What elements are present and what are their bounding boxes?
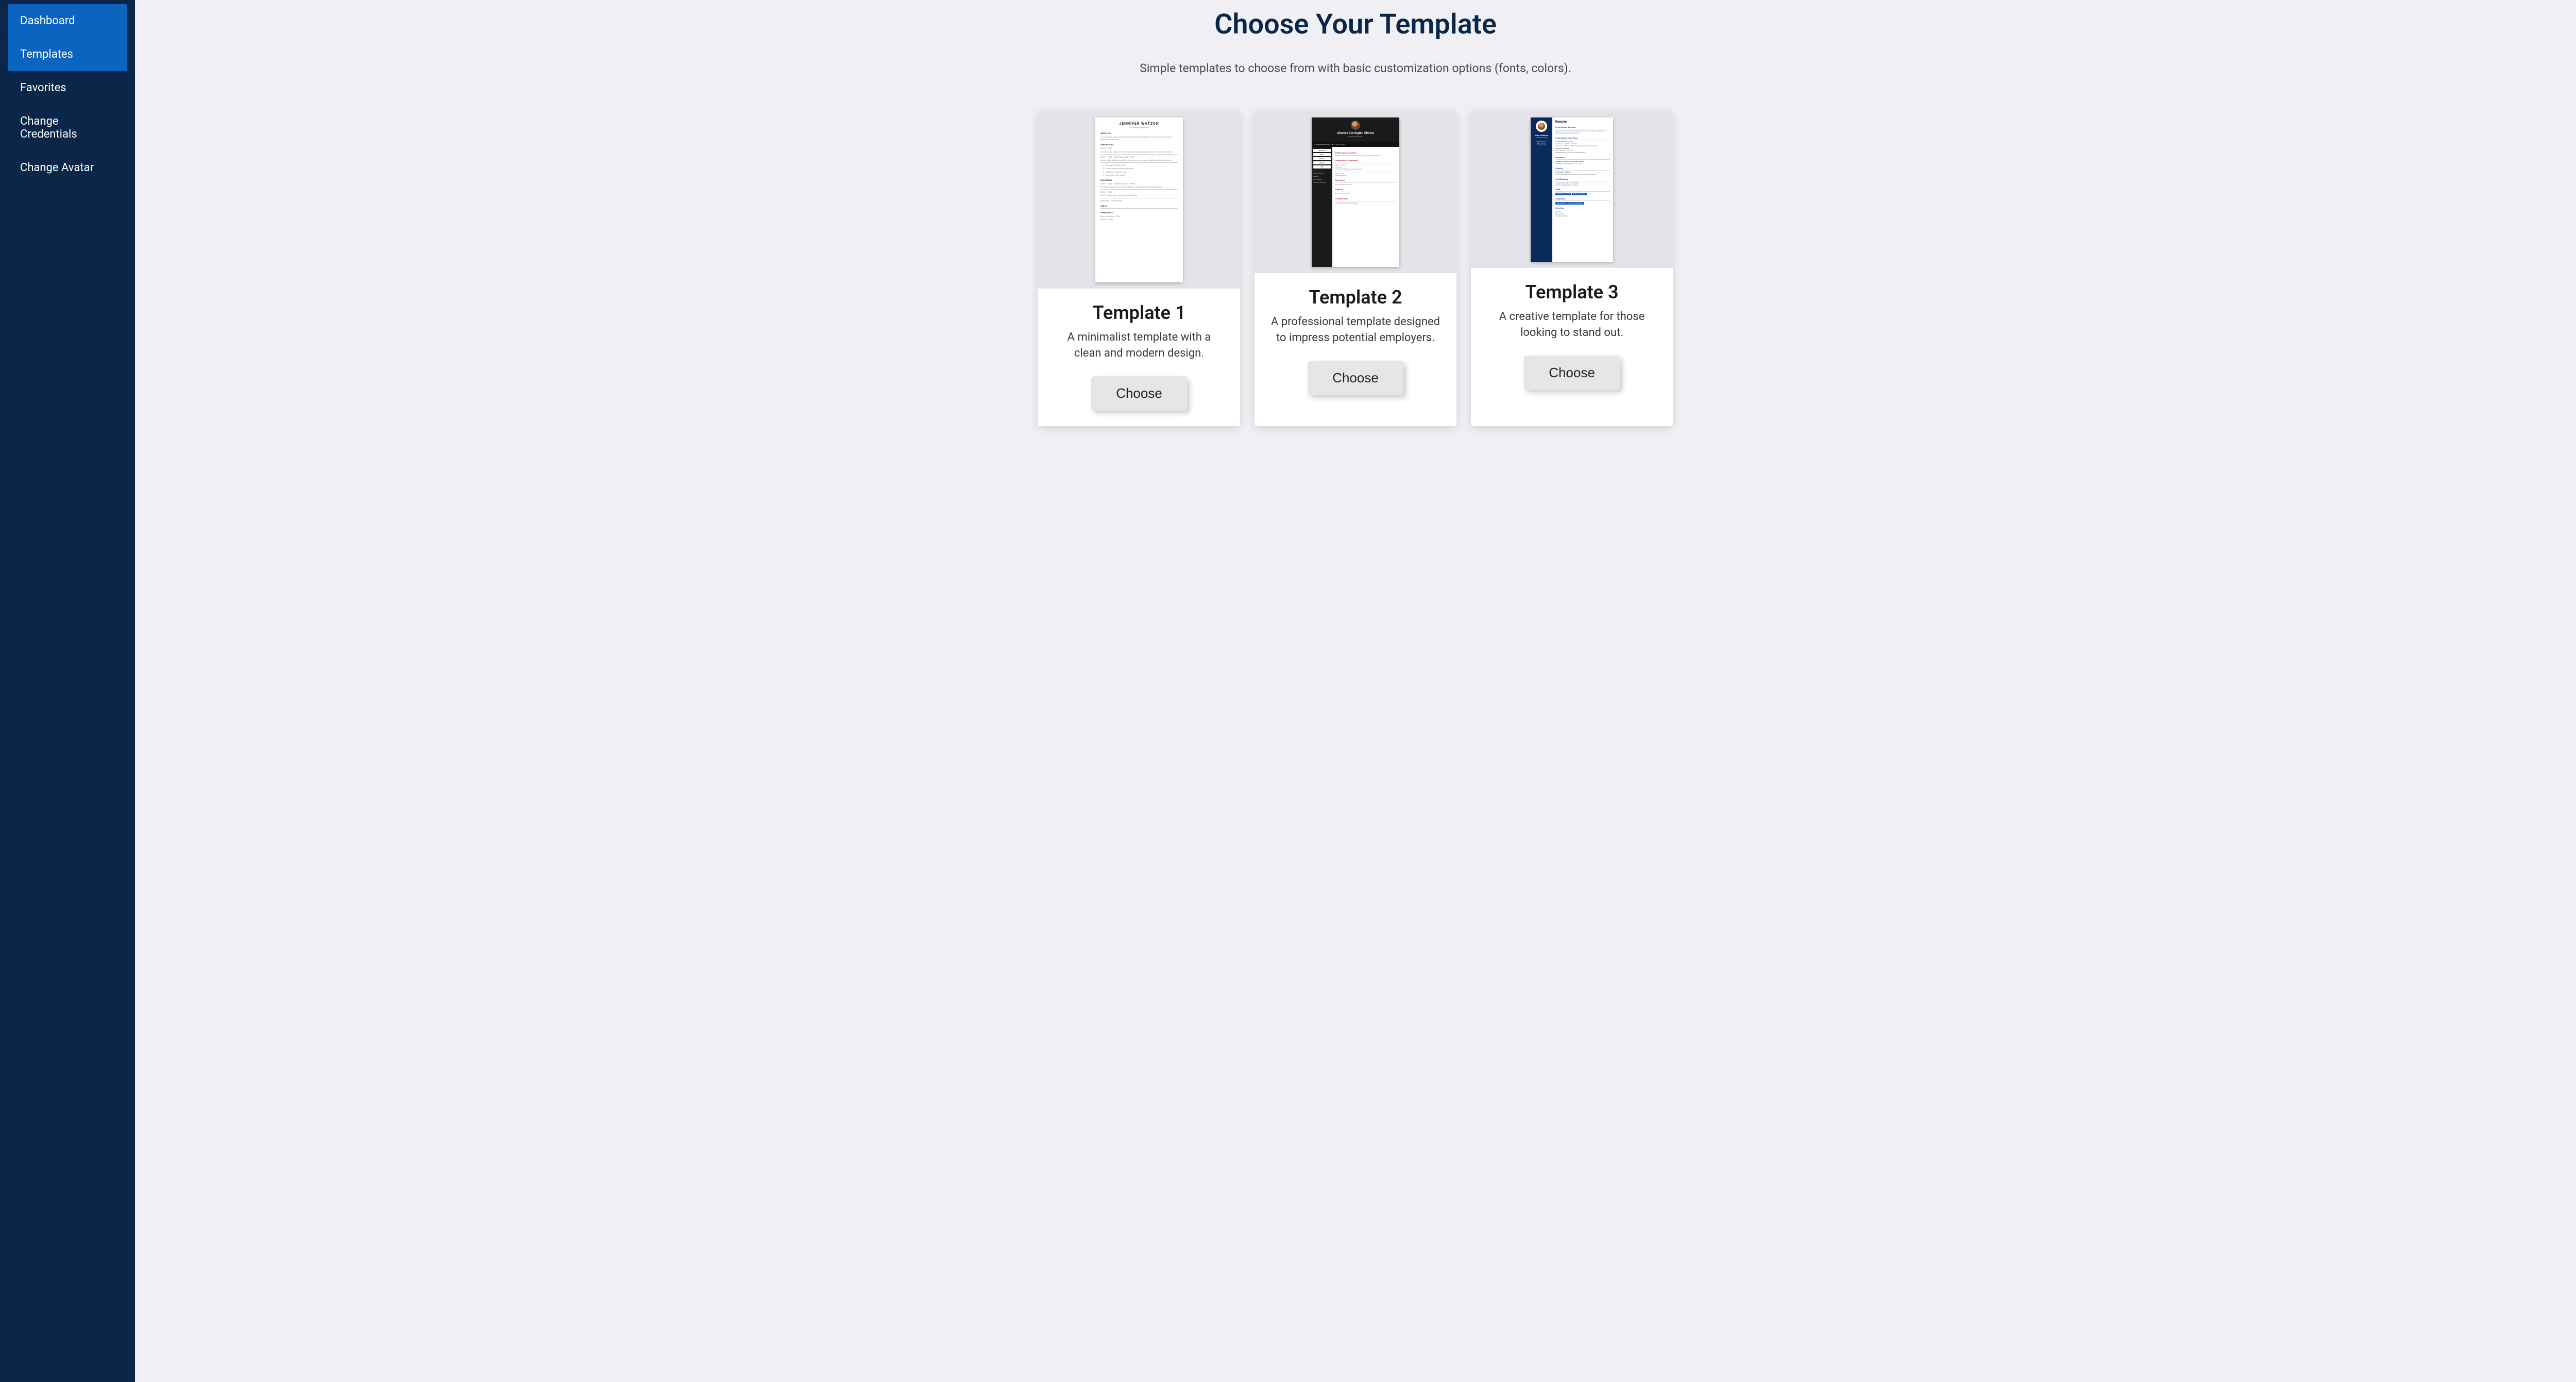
mock1-section: SKILLS xyxy=(1100,205,1178,207)
template-title-3: Template 3 xyxy=(1525,281,1618,303)
sidebar-item-dashboard[interactable]: Dashboard xyxy=(8,4,127,38)
mock2-name: Abakwe Carrington Obinna xyxy=(1314,131,1397,135)
mock3-section: Professional Experience xyxy=(1555,137,1610,140)
mock3-heading: Resume xyxy=(1555,120,1610,124)
page-title: Choose Your Template xyxy=(156,8,2555,41)
sidebar: Dashboard Templates Favorites Change Cre… xyxy=(0,0,135,1382)
mock3-section: Certifications xyxy=(1555,178,1610,181)
mock3-section: Languages xyxy=(1555,197,1610,201)
mock3-section: Interests xyxy=(1555,207,1610,210)
mock3-section: Education xyxy=(1555,156,1610,160)
sidebar-item-favorites[interactable]: Favorites xyxy=(8,71,127,105)
template-title-1: Template 1 xyxy=(1092,302,1185,324)
resume-mock-1: JENNIFER WATSON USER EXPERIENCE DESIGNER… xyxy=(1095,117,1183,282)
mock3-section: Professional Summary xyxy=(1555,126,1610,129)
mock3-name: Alex Johnson xyxy=(1532,134,1551,137)
template-preview-3: Alex Johnson Full Stack Developer ✉ alex… xyxy=(1471,111,1673,268)
choose-button-3[interactable]: Choose xyxy=(1524,356,1620,390)
mock2-section: Certifications xyxy=(1335,197,1396,200)
avatar-icon xyxy=(1536,121,1547,132)
mock1-role: USER EXPERIENCE DESIGNER xyxy=(1100,127,1178,129)
mock2-section: Professional Summary xyxy=(1335,151,1396,154)
choose-button-1[interactable]: Choose xyxy=(1091,376,1187,411)
template-grid: JENNIFER WATSON USER EXPERIENCE DESIGNER… xyxy=(156,111,2555,426)
mock2-section: Professional Experience xyxy=(1335,159,1396,162)
template-description-3: A creative template for those looking to… xyxy=(1485,309,1658,341)
main-content: Choose Your Template Simple templates to… xyxy=(135,0,2576,1382)
template-card-1: JENNIFER WATSON USER EXPERIENCE DESIGNER… xyxy=(1038,111,1240,426)
mock2-role: Full Stack Developer xyxy=(1314,136,1397,138)
template-card-3: Alex Johnson Full Stack Developer ✉ alex… xyxy=(1471,111,1673,426)
resume-mock-3: Alex Johnson Full Stack Developer ✉ alex… xyxy=(1531,117,1613,262)
page-subtitle: Simple templates to choose from with bas… xyxy=(156,61,2555,75)
choose-button-2[interactable]: Choose xyxy=(1308,361,1403,395)
avatar-icon xyxy=(1351,121,1360,130)
mock2-section: Projects xyxy=(1335,188,1396,191)
mock1-section: ABOUT ME xyxy=(1100,132,1178,134)
mock1-section: REFERENCES xyxy=(1100,211,1178,214)
sidebar-item-change-avatar[interactable]: Change Avatar xyxy=(8,151,127,184)
template-preview-1: JENNIFER WATSON USER EXPERIENCE DESIGNER… xyxy=(1038,111,1240,289)
template-description-1: A minimalist template with a clean and m… xyxy=(1053,330,1226,362)
template-preview-2: Abakwe Carrington Obinna Full Stack Deve… xyxy=(1255,111,1456,273)
mock3-section: Skills xyxy=(1555,188,1610,192)
mock1-section: EXPERIENCES xyxy=(1100,143,1178,146)
mock2-section: Education xyxy=(1335,179,1396,181)
template-title-2: Template 2 xyxy=(1309,286,1402,308)
sidebar-item-change-credentials[interactable]: Change Credentials xyxy=(8,105,127,151)
mock1-name: JENNIFER WATSON xyxy=(1100,122,1178,126)
mock3-role: Full Stack Developer xyxy=(1532,137,1551,139)
mock1-section: EDUCATION xyxy=(1100,179,1178,181)
mock3-section: Projects xyxy=(1555,167,1610,171)
sidebar-item-templates[interactable]: Templates xyxy=(8,38,127,71)
template-description-2: A professional template designed to impr… xyxy=(1269,314,1442,346)
template-card-2: Abakwe Carrington Obinna Full Stack Deve… xyxy=(1255,111,1456,426)
resume-mock-2: Abakwe Carrington Obinna Full Stack Deve… xyxy=(1312,117,1399,267)
